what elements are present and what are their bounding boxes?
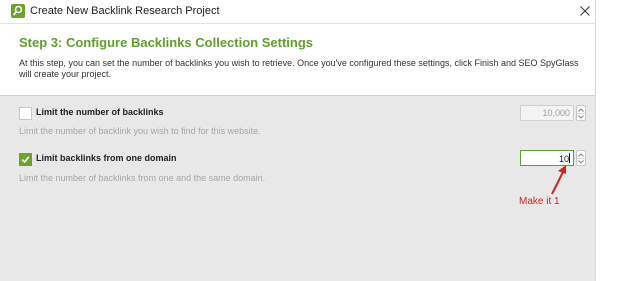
chevron-down-icon	[578, 160, 584, 164]
limit-per-domain-spinner[interactable]	[576, 150, 586, 166]
limit-backlinks-checkbox[interactable]	[19, 107, 32, 120]
checkmark-icon	[21, 156, 30, 164]
limit-backlinks-label: Limit the number of backlinks	[36, 107, 164, 117]
step-header: Step 3: Configure Backlinks Collection S…	[0, 23, 595, 96]
limit-per-domain-description: Limit the number of backlinks from one a…	[19, 173, 266, 183]
spinner-down-button[interactable]	[577, 113, 585, 120]
annotation-arrow-icon	[551, 165, 566, 195]
step-title: Step 3: Configure Backlinks Collection S…	[19, 35, 313, 50]
chevron-up-icon	[578, 108, 584, 112]
close-button[interactable]	[576, 2, 594, 20]
settings-panel: Limit the number of backlinks Limit the …	[0, 95, 595, 281]
dialog-window: Create New Backlink Research Project Ste…	[0, 0, 624, 281]
limit-backlinks-description: Limit the number of backlink you wish to…	[19, 126, 261, 136]
title-bar: Create New Backlink Research Project	[0, 0, 624, 23]
chevron-up-icon	[578, 153, 584, 157]
window-title: Create New Backlink Research Project	[30, 5, 220, 17]
spyglass-app-icon	[11, 4, 25, 18]
limit-per-domain-label: Limit backlinks from one domain	[36, 153, 177, 163]
chevron-down-icon	[578, 115, 584, 119]
step-description: At this step, you can set the number of …	[19, 58, 579, 79]
annotation-note: Make it 1	[519, 196, 560, 207]
close-icon	[580, 6, 590, 16]
limit-backlinks-field[interactable]: 10,000	[520, 105, 574, 121]
limit-per-domain-checkbox[interactable]	[19, 153, 32, 166]
window-edge	[595, 0, 624, 281]
limit-backlinks-spinner[interactable]	[576, 105, 586, 121]
spinner-down-button[interactable]	[577, 158, 585, 165]
